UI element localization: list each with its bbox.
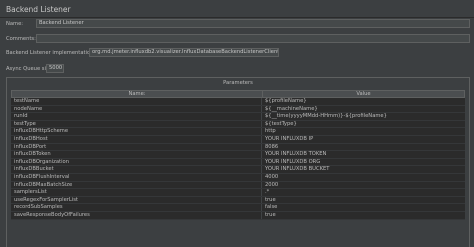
param-value-cell[interactable]: ${__machineName} xyxy=(262,106,465,113)
queue-size-input[interactable]: 5000 xyxy=(46,64,64,73)
table-row[interactable]: samplersList .* xyxy=(11,189,465,197)
param-value-cell[interactable]: 8086 xyxy=(262,144,465,151)
table-row[interactable]: saveResponseBodyOfFailures true xyxy=(11,211,465,220)
param-value-cell[interactable]: ${__time(yyyyMMdd-HHmm)}-${profileName} xyxy=(262,113,465,120)
param-value-cell[interactable]: YOUR INFLUXDB ORG xyxy=(262,159,465,166)
parameters-table-header: Name: Value xyxy=(11,90,465,98)
comments-label: Comments: xyxy=(6,36,36,42)
param-name-cell[interactable]: influxDBMaxBatchSize xyxy=(11,181,262,189)
param-name-cell[interactable]: influxDBPort xyxy=(11,143,262,151)
param-value-cell[interactable]: YOUR INFLUXDB IP xyxy=(262,136,465,143)
table-row[interactable]: testName ${profileName} xyxy=(11,98,465,106)
title-divider xyxy=(0,17,474,18)
table-row[interactable]: runId ${__time(yyyyMMdd-HHmm)}-${profileN… xyxy=(11,113,465,121)
param-name-cell[interactable]: testType xyxy=(11,120,262,128)
column-header-value[interactable]: Value xyxy=(263,91,464,97)
param-name-cell[interactable]: influxDBHttpScheme xyxy=(11,128,262,135)
param-name-cell[interactable]: recordSubSamples xyxy=(11,204,262,211)
implementation-select[interactable]: org.md.jmeter.influxdb2.visualizer.Influ… xyxy=(89,48,279,57)
table-row[interactable]: influxDBBucket YOUR INFLUXDB BUCKET xyxy=(11,166,465,174)
param-value-cell[interactable]: YOUR INFLUXDB TOKEN xyxy=(262,151,465,158)
param-name-cell[interactable]: influxDBBucket xyxy=(11,166,262,173)
table-row[interactable]: influxDBHost YOUR INFLUXDB IP xyxy=(11,135,465,144)
param-name-cell[interactable]: useRegexForSamplerList xyxy=(11,196,262,204)
comments-input[interactable] xyxy=(36,34,470,43)
param-value-cell[interactable]: 4000 xyxy=(262,174,465,181)
param-name-cell[interactable]: nodeName xyxy=(11,105,262,113)
table-row[interactable]: useRegexForSamplerList true xyxy=(11,196,465,205)
panel-title: Backend Listener xyxy=(6,5,71,14)
implementation-label: Backend Listener implementation xyxy=(6,50,94,56)
param-name-cell[interactable]: saveResponseBodyOfFailures xyxy=(11,211,262,219)
name-input[interactable]: Backend Listener xyxy=(36,19,470,28)
table-row[interactable]: testType ${testType} xyxy=(11,120,465,129)
parameters-title: Parameters xyxy=(223,80,253,86)
column-header-name[interactable]: Name: xyxy=(12,91,263,97)
table-row[interactable]: influxDBMaxBatchSize 2000 xyxy=(11,181,465,190)
queue-size-label: Async Queue size xyxy=(6,66,52,72)
param-value-cell[interactable]: 2000 xyxy=(262,182,465,189)
param-value-cell[interactable]: YOUR INFLUXDB BUCKET xyxy=(262,166,465,173)
parameters-table-body: testName ${profileName} nodeName ${__machin… xyxy=(11,98,465,220)
param-value-cell[interactable]: true xyxy=(262,197,465,204)
param-name-cell[interactable]: influxDBOrganization xyxy=(11,158,262,166)
parameters-panel: Parameters Name: Value testName ${profile… xyxy=(6,77,470,247)
table-row[interactable]: influxDBOrganization YOUR INFLUXDB ORG xyxy=(11,158,465,167)
param-name-cell[interactable]: influxDBToken xyxy=(11,151,262,158)
param-value-cell[interactable]: ${testType} xyxy=(262,121,465,128)
param-value-cell[interactable]: ${profileName} xyxy=(262,98,465,105)
table-row[interactable]: influxDBToken YOUR INFLUXDB TOKEN xyxy=(11,151,465,159)
param-name-cell[interactable]: influxDBFlushInterval xyxy=(11,173,262,181)
table-row[interactable]: nodeName ${__machineName} xyxy=(11,105,465,114)
table-row[interactable]: influxDBFlushInterval 4000 xyxy=(11,173,465,182)
table-row[interactable]: recordSubSamples false xyxy=(11,204,465,212)
table-row[interactable]: influxDBPort 8086 xyxy=(11,143,465,152)
param-value-cell[interactable]: true xyxy=(262,212,465,219)
param-name-cell[interactable]: testName xyxy=(11,98,262,105)
name-label: Name: xyxy=(6,21,24,27)
param-value-cell[interactable]: .* xyxy=(262,189,465,196)
param-value-cell[interactable]: http xyxy=(262,128,465,135)
table-row[interactable]: influxDBHttpScheme http xyxy=(11,128,465,136)
param-name-cell[interactable]: influxDBHost xyxy=(11,135,262,143)
param-name-cell[interactable]: runId xyxy=(11,113,262,120)
param-name-cell[interactable]: samplersList xyxy=(11,189,262,196)
param-value-cell[interactable]: false xyxy=(262,204,465,211)
